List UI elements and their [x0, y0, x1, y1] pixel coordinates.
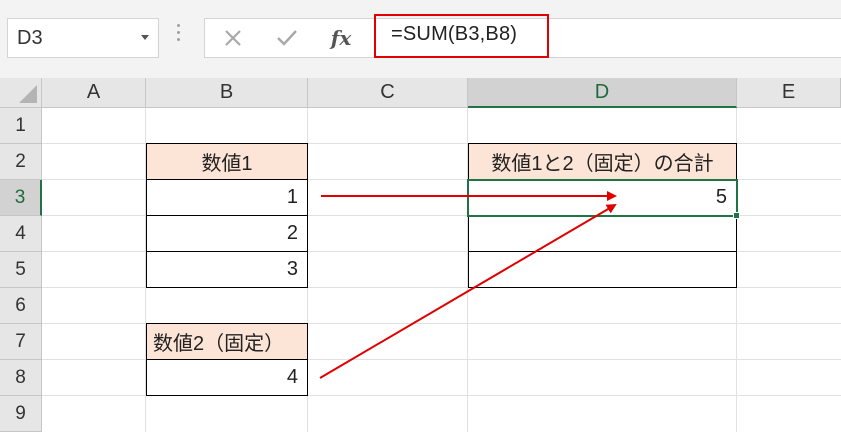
formula-buttons: fx: [204, 18, 372, 58]
active-cell-border: [467, 179, 738, 217]
cell-b8[interactable]: 4: [146, 359, 308, 396]
cell-d4[interactable]: [468, 215, 737, 252]
formula-bar-area: D3 fx =SUM(B3,B8): [0, 0, 841, 78]
column-header-b[interactable]: B: [146, 78, 308, 108]
insert-function-button[interactable]: fx: [317, 19, 365, 57]
column-header-a[interactable]: A: [42, 78, 146, 108]
row-header-1[interactable]: 1: [0, 108, 42, 144]
cancel-button[interactable]: [209, 19, 257, 57]
formula-text: =SUM(B3,B8): [391, 23, 518, 45]
row-header-7[interactable]: 7: [0, 324, 42, 360]
cell-b5[interactable]: 3: [146, 251, 308, 288]
cell-d2[interactable]: 数値1と2（固定）の合計: [468, 143, 737, 180]
cell-d5[interactable]: [468, 251, 737, 288]
close-icon: [225, 30, 241, 46]
function-icon: fx: [330, 26, 352, 50]
row-header-9[interactable]: 9: [0, 396, 42, 432]
row-header-2[interactable]: 2: [0, 144, 42, 180]
column-header-e[interactable]: E: [737, 78, 841, 108]
row-header-4[interactable]: 4: [0, 216, 42, 252]
select-all-icon: [19, 85, 37, 103]
name-box[interactable]: D3: [7, 18, 159, 58]
select-all-button[interactable]: [0, 78, 42, 108]
check-icon: [277, 30, 297, 46]
chevron-down-icon[interactable]: [141, 35, 149, 40]
row-header-5[interactable]: 5: [0, 252, 42, 288]
row-header-8[interactable]: 8: [0, 360, 42, 396]
drag-handle-icon[interactable]: [177, 24, 181, 48]
cell-b7[interactable]: 数値2（固定）: [146, 323, 308, 360]
row-header-3[interactable]: 3: [0, 180, 42, 216]
enter-button[interactable]: [263, 19, 311, 57]
column-header-c[interactable]: C: [308, 78, 468, 108]
row-header-6[interactable]: 6: [0, 288, 42, 324]
name-box-value: D3: [17, 27, 43, 49]
column-header-d[interactable]: D: [468, 78, 737, 108]
cell-b2[interactable]: 数値1: [146, 143, 308, 180]
fill-handle[interactable]: [733, 212, 740, 219]
cell-b3[interactable]: 1: [146, 179, 308, 216]
cell-b4[interactable]: 2: [146, 215, 308, 252]
